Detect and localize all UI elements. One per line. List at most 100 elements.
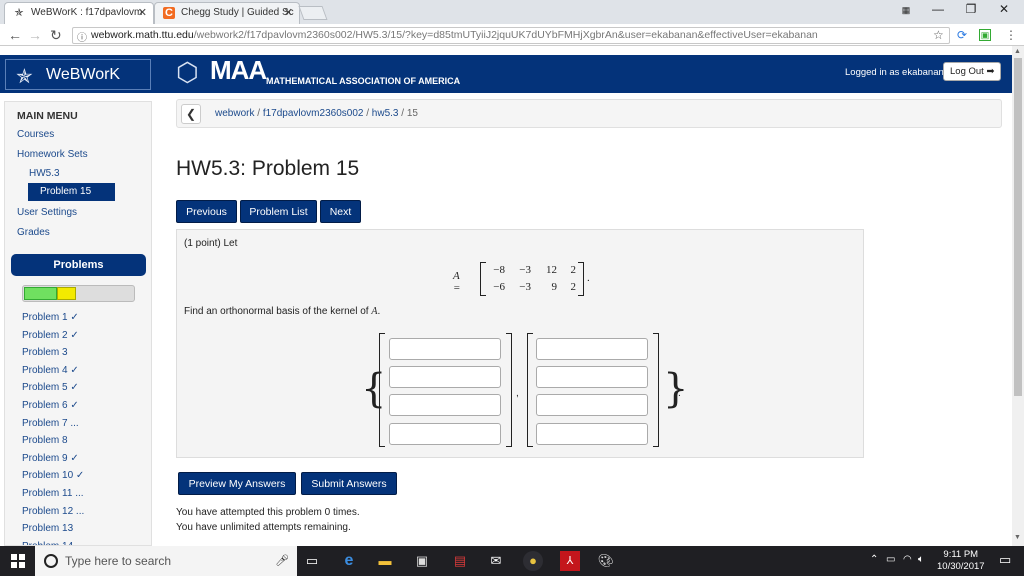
close-tab-icon[interactable]: ✕ [138, 6, 147, 19]
progress-correct [24, 287, 57, 300]
problem-status-mark: ... [75, 505, 85, 517]
breadcrumb-set[interactable]: hw5.3 [372, 108, 399, 119]
gift-icon[interactable]: ▤ [450, 551, 470, 571]
problem-list-button[interactable]: Problem List [240, 200, 317, 223]
sidebar-problem-link[interactable]: Problem 3 [22, 347, 68, 358]
wifi-icon[interactable]: ◠ [903, 554, 912, 565]
tray-chevron-icon[interactable]: ⌃ [870, 554, 878, 565]
back-arrow-icon[interactable]: ← [8, 27, 22, 43]
extension-green-icon[interactable]: ▣ [979, 29, 991, 41]
vector2-entry-2[interactable] [536, 366, 648, 388]
tab-chegg[interactable]: C Chegg Study | Guided Sc ✕ [154, 2, 300, 24]
scrollbar-thumb[interactable] [1014, 58, 1022, 396]
mail-icon[interactable]: ✉ [486, 551, 506, 571]
close-tab-icon[interactable]: ✕ [284, 6, 293, 19]
edge-browser-icon[interactable]: e [339, 551, 359, 571]
bookmark-star-icon[interactable]: ☆ [933, 28, 944, 42]
chegg-icon: C [163, 7, 175, 19]
info-icon[interactable]: ⓘ [77, 29, 87, 43]
problem-status-mark: ... [75, 488, 84, 499]
maa-icosahedron-icon: ⬡ [176, 57, 199, 87]
vector2-entry-4[interactable] [536, 423, 648, 445]
sidebar-problem-link[interactable]: Problem 13 [22, 523, 73, 534]
vector1-entry-1[interactable] [389, 338, 501, 360]
acrobat-icon[interactable]: ⅄ [560, 551, 580, 571]
problem-label: Problem 2 [22, 329, 68, 341]
taskbar-search[interactable]: Type here to search 🎤︎ [35, 546, 297, 576]
windows-start-button[interactable] [0, 546, 34, 576]
attempts-text: You have attempted this problem 0 times. [176, 507, 360, 518]
breadcrumb-root[interactable]: webwork [215, 108, 254, 119]
sidebar-problem-link[interactable]: Problem 12 ... [22, 506, 84, 517]
sidebar-problem-link[interactable]: Problem 2 ✓ [22, 330, 79, 341]
network-icon[interactable]: ▭ [886, 554, 895, 565]
sidebar-item-homework-sets[interactable]: Homework Sets [17, 149, 88, 160]
task-view-icon[interactable]: ▭ [302, 551, 322, 571]
webwork-logo[interactable]: ✯ WeBWorK [5, 59, 151, 90]
maa-logo-text[interactable]: MAA [210, 55, 267, 86]
sidebar-item-grades[interactable]: Grades [17, 227, 50, 238]
problem-label: Problem 13 [22, 523, 74, 535]
chrome-icon[interactable]: ● [523, 551, 543, 571]
sidebar-item-current-problem[interactable]: Problem 15 [28, 183, 116, 201]
page-scrollbar[interactable]: ▲ ▼ [1012, 46, 1024, 546]
paint-icon[interactable]: 🎨︎ [596, 551, 616, 571]
tab-webwork[interactable]: ✯ WeBWorK : f17dpavlovm ✕ [4, 2, 154, 24]
preview-answers-button[interactable]: Preview My Answers [178, 472, 296, 495]
vector2-entry-3[interactable] [536, 394, 648, 416]
sidebar-problem-link[interactable]: Problem 8 [22, 435, 68, 446]
sidebar-item-set[interactable]: HW5.3 [29, 168, 60, 179]
sidebar-problem-link[interactable]: Problem 6 ✓ [22, 400, 79, 411]
progress-partial [57, 287, 76, 300]
file-explorer-icon[interactable]: ▬ [375, 551, 395, 571]
browser-menu-icon[interactable]: ⋮ [1005, 28, 1017, 42]
breadcrumb-current: 15 [406, 108, 418, 119]
address-bar-row: ← → ↻ ⓘ webwork.math.ttu.edu/webwork2/f1… [0, 24, 1024, 46]
sidebar-problem-link[interactable]: Problem 1 ✓ [22, 312, 79, 323]
sidebar-item-user-settings[interactable]: User Settings [17, 207, 77, 218]
action-center-icon[interactable]: ▭ [999, 552, 1011, 568]
sidebar-problem-link[interactable]: Problem 5 ✓ [22, 382, 79, 393]
problem-label: Problem 6 [22, 400, 68, 411]
question-text: Find an orthonormal basis of the kernel … [184, 306, 372, 317]
close-window-button[interactable]: ✕ [984, 2, 1024, 16]
taskbar: Type here to search 🎤︎ ▭ e ▬ ▣ ▤ ✉ ● ⅄ 🎨… [0, 546, 1024, 576]
vector2-left-bracket [527, 333, 533, 447]
store-icon[interactable]: ▣ [412, 551, 432, 571]
submit-answers-button[interactable]: Submit Answers [301, 472, 397, 495]
right-bracket [578, 262, 584, 296]
windows-logo-icon [11, 554, 25, 568]
scroll-up-icon[interactable]: ▲ [1014, 48, 1021, 55]
volume-icon[interactable]: 🔈︎ [918, 554, 924, 565]
search-placeholder: Type here to search [65, 554, 172, 568]
problem-label: Problem 1 [22, 312, 68, 323]
previous-button[interactable]: Previous [176, 200, 237, 223]
taskbar-clock[interactable]: 9:11 PM 10/30/2017 [937, 549, 985, 573]
sidebar-problem-link[interactable]: Problem 7 ... [22, 418, 79, 429]
scroll-down-icon[interactable]: ▼ [1014, 534, 1021, 541]
logout-button[interactable]: Log Out ➡ [943, 62, 1002, 81]
sidebar-problem-link[interactable]: Problem 10 ✓ [22, 470, 84, 481]
sidebar-item-courses[interactable]: Courses [17, 129, 54, 140]
microphone-icon[interactable]: 🎤︎ [275, 554, 289, 567]
breadcrumb-course[interactable]: f17dpavlovm2360s002 [263, 108, 364, 119]
url-field[interactable]: ⓘ webwork.math.ttu.edu/webwork2/f17dpavl… [72, 27, 950, 44]
forward-arrow-icon[interactable]: → [28, 27, 42, 43]
sidebar-problem-link[interactable]: Problem 4 ✓ [22, 365, 79, 376]
vector2-entry-1[interactable] [536, 338, 648, 360]
problem-label: Problem 5 [22, 382, 68, 394]
new-tab-button[interactable] [298, 6, 328, 20]
extension-sync-icon[interactable]: ⟳ [957, 28, 967, 42]
tab-title: Chegg Study | Guided Sc [181, 7, 294, 18]
sidebar-problem-link[interactable]: Problem 9 ✓ [22, 453, 79, 464]
clock-date: 10/30/2017 [937, 561, 985, 572]
vector1-entry-3[interactable] [389, 394, 501, 416]
matrix-period: . [587, 272, 590, 284]
problem-label: Problem 3 [22, 347, 68, 359]
next-button[interactable]: Next [320, 200, 361, 223]
vector1-entry-2[interactable] [389, 366, 501, 388]
back-chevron-icon[interactable]: ❮ [181, 104, 201, 124]
sidebar-problem-link[interactable]: Problem 11 ... [22, 488, 84, 499]
vector1-entry-4[interactable] [389, 423, 501, 445]
reload-icon[interactable]: ↻ [50, 27, 62, 44]
